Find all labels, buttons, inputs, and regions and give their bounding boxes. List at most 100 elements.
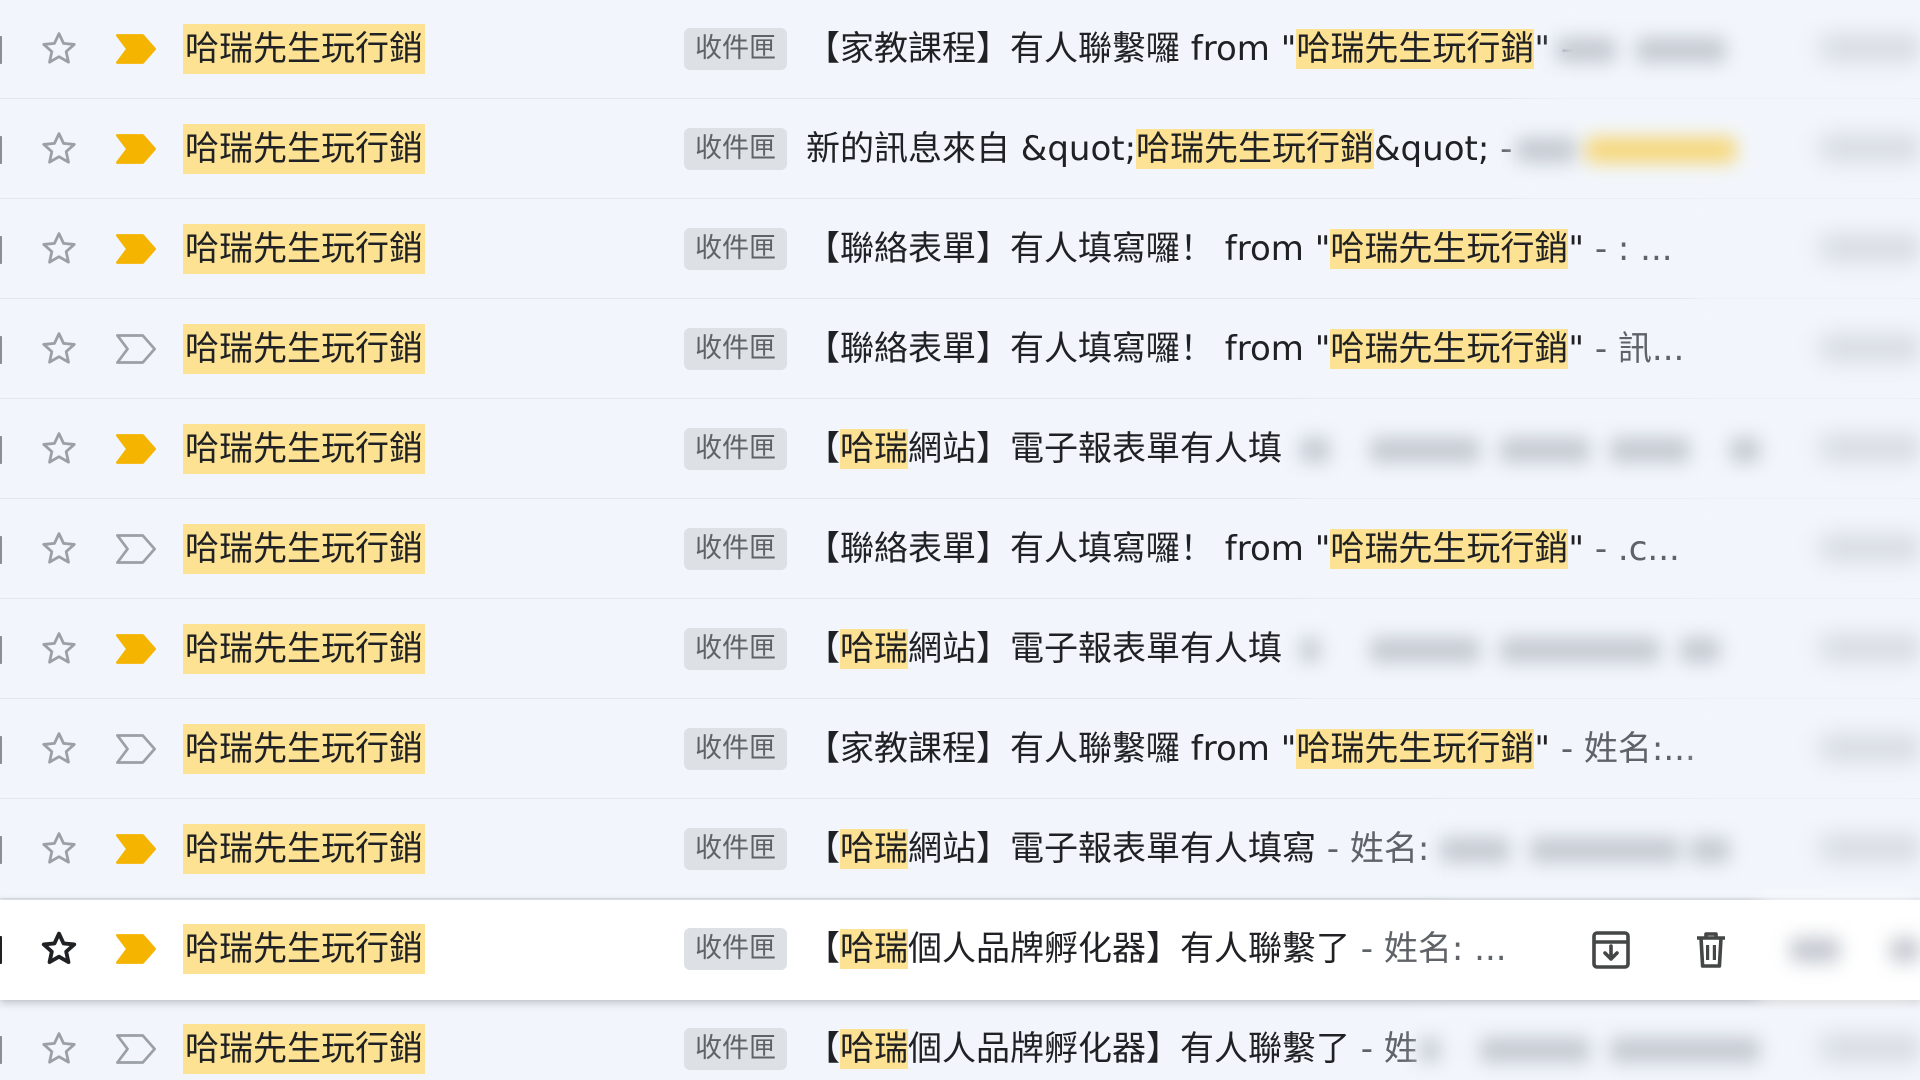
select-checkbox[interactable] <box>0 336 2 364</box>
email-row[interactable]: 哈瑞先生玩行銷 收件匣 【聯絡表單】有人填寫囉！ from "哈瑞先生玩行銷" - … <box>0 500 1920 599</box>
sender-name: 哈瑞先生玩行銷 <box>183 824 425 874</box>
redacted-preview <box>1700 300 1920 399</box>
redacted-preview <box>1690 200 1920 299</box>
important-marker-icon[interactable] <box>114 1032 158 1066</box>
subject-prefix: 【 <box>806 429 840 469</box>
inbox-label-chip[interactable]: 收件匣 <box>684 528 787 570</box>
important-marker-icon[interactable] <box>114 32 158 66</box>
sender-name: 哈瑞先生玩行銷 <box>183 724 425 774</box>
inbox-label-chip[interactable]: 收件匣 <box>684 628 787 670</box>
email-row[interactable]: 哈瑞先生玩行銷 收件匣 【哈瑞個人品牌孵化器】有人聯繫了 - 姓 <box>0 1000 1920 1080</box>
snippet-text: - 姓名: ... <box>1350 929 1507 969</box>
inbox-label-chip[interactable]: 收件匣 <box>684 828 787 870</box>
redacted-preview <box>1556 0 1920 99</box>
redacted-date <box>1820 36 1920 60</box>
star-icon[interactable] <box>38 628 80 670</box>
sender-name: 哈瑞先生玩行銷 <box>183 424 425 474</box>
star-icon[interactable] <box>38 928 80 970</box>
subject-line: 【聯絡表單】有人填寫囉！ from "哈瑞先生玩行銷" - 訊... <box>806 322 1684 376</box>
email-row[interactable]: 哈瑞先生玩行銷 收件匣 【哈瑞網站】電子報表單有人填 <box>0 600 1920 699</box>
snippet-text: - .c... <box>1584 529 1680 569</box>
select-checkbox[interactable] <box>0 136 2 164</box>
subject-highlight: 哈瑞 <box>840 929 908 969</box>
archive-icon[interactable] <box>1587 926 1635 974</box>
redacted-preview <box>1420 1000 1920 1080</box>
subject-highlight: 哈瑞 <box>840 629 908 669</box>
subject-prefix: 【 <box>806 929 840 969</box>
star-icon[interactable] <box>38 1028 80 1070</box>
inbox-label-chip[interactable]: 收件匣 <box>684 728 787 770</box>
subject-prefix: 【家教課程】有人聯繫囉 from " <box>806 29 1297 69</box>
subject-prefix: 【 <box>806 1029 840 1069</box>
subject-line: 【哈瑞網站】電子報表單有人填寫 - 姓名: <box>806 822 1429 876</box>
subject-suffix: 個人品牌孵化器】有人聯繫了 <box>908 929 1350 969</box>
email-row[interactable]: 哈瑞先生玩行銷 收件匣 【家教課程】有人聯繫囉 from "哈瑞先生玩行銷" - 姓… <box>0 700 1920 799</box>
subject-line: 【家教課程】有人聯繫囉 from "哈瑞先生玩行銷" - <box>806 22 1573 76</box>
subject-suffix: &quot; <box>1374 129 1490 169</box>
select-checkbox[interactable] <box>0 36 2 64</box>
star-icon[interactable] <box>38 428 80 470</box>
subject-prefix: 【家教課程】有人聯繫囉 from " <box>806 729 1297 769</box>
subject-prefix: 【 <box>806 629 840 669</box>
inbox-label-chip[interactable]: 收件匣 <box>684 328 787 370</box>
important-marker-icon[interactable] <box>114 732 158 766</box>
subject-prefix: 新的訊息來自 &quot; <box>806 129 1137 169</box>
subject-line: 【哈瑞個人品牌孵化器】有人聯繫了 - 姓 <box>806 1022 1418 1076</box>
subject-suffix: 網站】電子報表單有人填寫 <box>908 829 1316 869</box>
important-marker-icon[interactable] <box>114 232 158 266</box>
redacted-preview <box>1300 400 1920 499</box>
subject-suffix: 網站】電子報表單有人填 <box>908 629 1282 669</box>
select-checkbox[interactable] <box>0 436 2 464</box>
subject-highlight: 哈瑞 <box>840 1029 908 1069</box>
important-marker-icon[interactable] <box>114 132 158 166</box>
important-marker-icon[interactable] <box>114 932 158 966</box>
important-marker-icon[interactable] <box>114 432 158 466</box>
redacted-date <box>1820 436 1920 460</box>
inbox-label-chip[interactable]: 收件匣 <box>684 228 787 270</box>
select-checkbox[interactable] <box>0 936 2 964</box>
select-checkbox[interactable] <box>0 836 2 864</box>
inbox-label-chip[interactable]: 收件匣 <box>684 1028 787 1070</box>
subject-suffix: " <box>1534 729 1551 769</box>
important-marker-icon[interactable] <box>114 332 158 366</box>
sender-name: 哈瑞先生玩行銷 <box>183 324 425 374</box>
snippet-text: - 姓名: <box>1316 829 1430 869</box>
select-checkbox[interactable] <box>0 636 2 664</box>
subject-suffix: " <box>1568 329 1585 369</box>
inbox-label-chip[interactable]: 收件匣 <box>684 428 787 470</box>
subject-suffix: " <box>1534 29 1551 69</box>
important-marker-icon[interactable] <box>114 532 158 566</box>
email-row[interactable]: 哈瑞先生玩行銷 收件匣【家教課程】有人聯繫囉 from "哈瑞先生玩行銷" - <box>0 0 1920 99</box>
email-list: 哈瑞先生玩行銷收件匣【家教課程】有人聯繫囉 from "哈瑞先生玩行銷" - 哈… <box>0 0 1920 1080</box>
email-row[interactable]: 哈瑞先生玩行銷 收件匣 【哈瑞個人品牌孵化器】有人聯繫了 - 姓名: ... <box>0 900 1920 1000</box>
star-icon[interactable] <box>38 728 80 770</box>
trash-icon[interactable] <box>1687 926 1735 974</box>
star-icon[interactable] <box>38 328 80 370</box>
subject-prefix: 【聯絡表單】有人填寫囉！ from " <box>806 229 1331 269</box>
inbox-label-chip[interactable]: 收件匣 <box>684 128 787 170</box>
select-checkbox[interactable] <box>0 236 2 264</box>
star-icon[interactable] <box>38 528 80 570</box>
email-row[interactable]: 哈瑞先生玩行銷 收件匣 【聯絡表單】有人填寫囉！ from "哈瑞先生玩行銷" - … <box>0 200 1920 299</box>
select-checkbox[interactable] <box>0 536 2 564</box>
redacted-date <box>1820 1036 1920 1060</box>
email-row[interactable]: 哈瑞先生玩行銷 收件匣 【哈瑞網站】電子報表單有人填寫 - 姓名: <box>0 800 1920 899</box>
redacted-date <box>1820 136 1920 160</box>
star-icon[interactable] <box>38 228 80 270</box>
email-row[interactable]: 哈瑞先生玩行銷 收件匣 【哈瑞網站】電子報表單有人填 <box>0 400 1920 499</box>
star-icon[interactable] <box>38 28 80 70</box>
snippet-text: - 訊... <box>1584 329 1685 369</box>
important-marker-icon[interactable] <box>114 632 158 666</box>
subject-highlight: 哈瑞先生玩行銷 <box>1330 229 1569 269</box>
inbox-label-chip[interactable]: 收件匣 <box>684 28 787 70</box>
select-checkbox[interactable] <box>0 1036 2 1064</box>
select-checkbox[interactable] <box>0 736 2 764</box>
sender-name: 哈瑞先生玩行銷 <box>183 1024 425 1074</box>
email-row[interactable]: 哈瑞先生玩行銷 收件匣 【聯絡表單】有人填寫囉！ from "哈瑞先生玩行銷" - … <box>0 300 1920 399</box>
inbox-label-chip[interactable]: 收件匣 <box>684 928 787 970</box>
redacted-date <box>1820 536 1920 560</box>
important-marker-icon[interactable] <box>114 832 158 866</box>
email-row[interactable]: 哈瑞先生玩行銷 收件匣 新的訊息來自 &quot;哈瑞先生玩行銷&quot; - <box>0 100 1920 199</box>
star-icon[interactable] <box>38 128 80 170</box>
star-icon[interactable] <box>38 828 80 870</box>
